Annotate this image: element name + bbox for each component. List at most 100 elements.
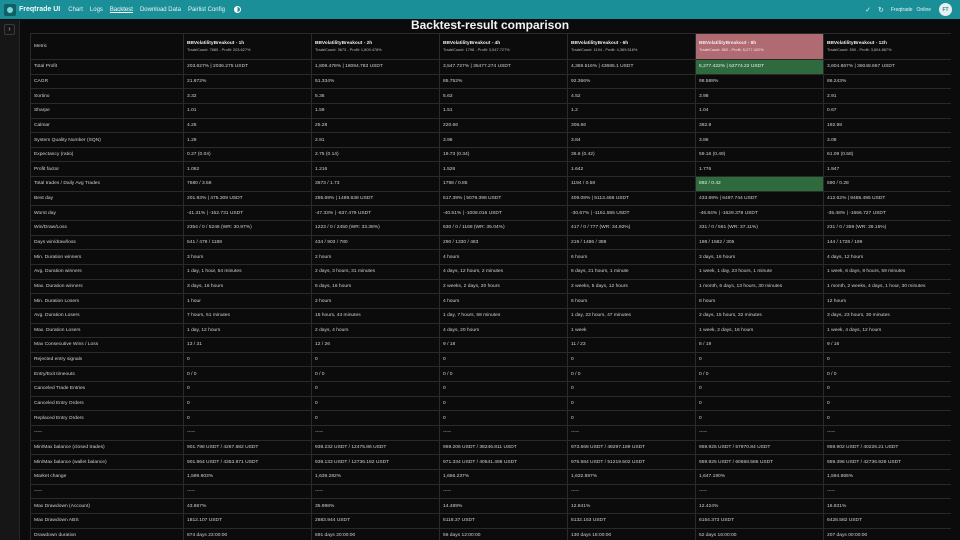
- table-row: System Quality Number (SQN) 1.29 2.91 3.96 3…: [30, 132, 951, 148]
- strategy-summary: TradeCount: 590 - Profit: 3,604.867%: [827, 47, 892, 52]
- metric-value: 1812.107 USDT: [183, 512, 312, 529]
- strategy-name: BBVolatilityBreakout - 2h: [315, 41, 373, 46]
- metric-value: 15 hours, 44 minutes: [311, 307, 440, 324]
- metric-value: 541 / 479 / 1188: [183, 234, 312, 251]
- expand-sidebar-icon[interactable]: ›: [4, 24, 15, 35]
- metric-value: 12 hours: [823, 293, 951, 309]
- metric-value: 1.01: [183, 102, 312, 119]
- metric-label: Min/Max balance (closed trades): [30, 439, 184, 456]
- metric-value: 98.588%: [695, 73, 824, 90]
- metric-value: 12 / 26: [311, 337, 440, 353]
- metric-value: 1,656.237%: [439, 468, 568, 485]
- theme-toggle-icon[interactable]: [233, 6, 241, 13]
- table-row: Sortino 3.32 5.36 5.63 4.52 3.98 2.91: [30, 88, 951, 104]
- metric-value: 144 / 1728 / 199: [823, 234, 951, 251]
- table-row: Rejected entry signals 0 0 0 0 0 0: [30, 351, 951, 368]
- nav-link-logs[interactable]: Logs: [90, 7, 103, 13]
- metric-value: 51.334%: [311, 73, 440, 90]
- table-row: ----- ----- ----- ----- ----- ----- -----: [30, 483, 951, 500]
- nav-link-backtest[interactable]: Backtest: [110, 7, 133, 13]
- metric-value: 1,632.897%: [567, 468, 696, 485]
- metric-label: Min/Max balance (wallet balance): [30, 454, 184, 470]
- metric-value: 0: [439, 395, 568, 412]
- metric-value: 1.216: [311, 161, 440, 178]
- metric-value: 382.8: [695, 117, 824, 134]
- metric-value: 0: [183, 410, 312, 427]
- metric-value: 6 hours: [567, 293, 696, 309]
- metric-value: 5.36: [311, 88, 440, 104]
- metric-value: 1 week, 4 days, 12 hours: [823, 322, 951, 339]
- metric-value: 2354 / 0 / 5246 (WR: 30.97%): [183, 220, 312, 236]
- metric-value: 0: [823, 351, 951, 368]
- strategy-header: BBVolatilityBreakout - 2h TradeCount: 367…: [311, 33, 440, 60]
- metric-label: Worst day: [30, 205, 184, 222]
- nav-link-download-data[interactable]: Download Data: [140, 7, 181, 13]
- strategy-name: BBVolatilityBreakout - 1h: [187, 41, 245, 46]
- metric-value: 85.752%: [439, 73, 568, 90]
- metric-value: 901.964 USDT / 4353.871 USDT: [183, 454, 312, 470]
- refresh-icon[interactable]: ↻: [878, 6, 884, 14]
- strategy-summary: TradeCount: 7680 - Profit: 203.627%: [187, 47, 251, 52]
- metric-value: -40.51% | -1008.016 USDT: [439, 205, 568, 222]
- metric-value: -----: [439, 483, 568, 500]
- metric-value: 231 / 0 / 359 (WR: 39.15%): [823, 220, 951, 236]
- metric-value: 2 days, 4 hours: [311, 322, 440, 339]
- online-status: Online: [916, 6, 931, 13]
- metric-value: 130 days 18:00:00: [567, 527, 696, 540]
- metric-label: Max. Duration winners: [30, 278, 184, 295]
- metric-value: 306.66: [567, 117, 696, 134]
- table-row: Canceled Entry Orders 0 0 0 0 0 0: [30, 395, 951, 412]
- user-avatar[interactable]: FT: [939, 3, 952, 16]
- metric-label: -----: [30, 483, 184, 500]
- table-row: Total Profit 203.627% | 2036.275 USDT 1,80…: [30, 59, 951, 75]
- metric-value: 1,594.865%: [823, 468, 951, 485]
- checkmark-icon[interactable]: ✓: [865, 6, 871, 14]
- metric-value: 16.831%: [823, 498, 951, 514]
- strategy-name: BBVolatilityBreakout - 4h: [443, 41, 501, 46]
- metric-value: -----: [567, 425, 696, 441]
- metric-value: -----: [823, 425, 951, 441]
- metric-value: -----: [567, 483, 696, 500]
- metric-value: 52 days 16:00:00: [695, 527, 824, 540]
- metric-label: Profit factor: [30, 161, 184, 178]
- metric-value: 417 / 0 / 777 (WR: 34.92%): [567, 220, 696, 236]
- metric-value: 433.69% | 6497.744 USDT: [695, 190, 824, 207]
- metric-value: 1.2: [567, 102, 696, 119]
- nav-link-chart[interactable]: Chart: [68, 7, 83, 13]
- metric-value: 9 / 18: [439, 337, 568, 353]
- metric-value: 892 / 0.42: [695, 176, 824, 192]
- strategy-summary: TradeCount: 3673 - Profit: 1,809.478%: [315, 47, 382, 52]
- metric-value: 1 week, 1 day, 23 hours, 1 minute: [695, 263, 824, 280]
- metric-value: 0: [567, 381, 696, 397]
- metric-value: 0: [311, 351, 440, 368]
- metric-label: System Quality Number (SQN): [30, 132, 184, 148]
- metric-value: 0.67: [823, 102, 951, 119]
- metric-value: 92.366%: [567, 73, 696, 90]
- metric-value: 4.52: [567, 88, 696, 104]
- table-row: Avg. Duration Losers 7 hours, 51 minutes 1…: [30, 307, 951, 324]
- metric-value: 2.75 (0.14): [311, 146, 440, 163]
- metric-value: 874 days 23:00:00: [183, 527, 312, 540]
- nav-link-pairlist-config[interactable]: Pairlist Config: [188, 7, 225, 13]
- metric-value: 43.867%: [183, 498, 312, 514]
- metric-value: -----: [823, 483, 951, 500]
- table-row: Expectancy (ratio) 0.27 (0.04) 2.75 (0.14)…: [30, 146, 951, 163]
- metric-value: 35.998%: [311, 498, 440, 514]
- metric-label: Canceled Trade Entries: [30, 381, 184, 397]
- metric-value: -----: [311, 425, 440, 441]
- metric-value: 0: [183, 351, 312, 368]
- metric-value: 412.62% | 9485.495 USDT: [823, 190, 951, 207]
- table-row: Min/Max balance (wallet balance) 901.964 …: [30, 454, 951, 470]
- metric-value: 25.28: [311, 117, 440, 134]
- metric-value: 409.08% | 5113.468 USDT: [567, 190, 696, 207]
- metric-value: 3.32: [183, 88, 312, 104]
- metric-value: 1798 / 0.85: [439, 176, 568, 192]
- metric-value: 938.232 USDT / 12475.86 USDT: [311, 439, 440, 456]
- metric-value: 971.334 USDT / 40641.498 USDT: [439, 454, 568, 470]
- metric-value: -46.84% | -1629.378 USDT: [695, 205, 824, 222]
- freqtrade-logo-icon: [4, 3, 16, 16]
- brand[interactable]: Freqtrade UI: [4, 3, 68, 16]
- metric-value: 1.04: [695, 102, 824, 119]
- metric-value: 1 month, 2 weeks, 4 days, 1 hour, 30 min…: [823, 278, 951, 295]
- metric-value: 203.627% | 2036.275 USDT: [183, 59, 312, 75]
